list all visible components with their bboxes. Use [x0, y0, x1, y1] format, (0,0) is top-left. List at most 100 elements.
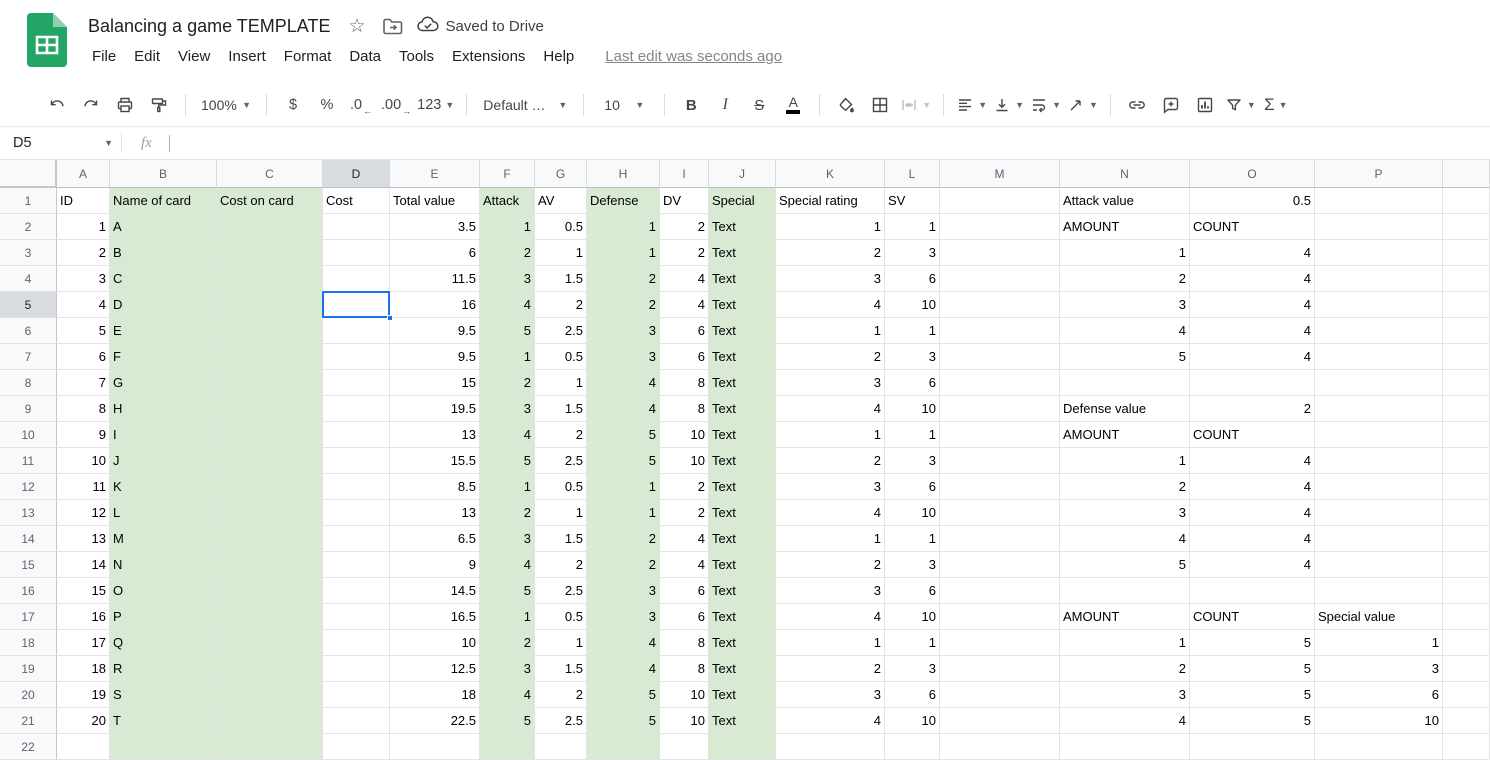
cell-C18[interactable]: [217, 630, 323, 656]
cell-K22[interactable]: [776, 734, 885, 760]
cell-F19[interactable]: 3: [480, 656, 535, 682]
cell-H10[interactable]: 5: [587, 422, 660, 448]
cell-C16[interactable]: [217, 578, 323, 604]
cell-M1[interactable]: [940, 188, 1060, 214]
cell-X17[interactable]: [1443, 604, 1490, 630]
cell-M18[interactable]: [940, 630, 1060, 656]
cell-P9[interactable]: [1315, 396, 1443, 422]
cell-F5[interactable]: 4: [480, 292, 535, 318]
cell-C7[interactable]: [217, 344, 323, 370]
cell-J9[interactable]: Text: [709, 396, 776, 422]
cell-E22[interactable]: [390, 734, 480, 760]
cell-X4[interactable]: [1443, 266, 1490, 292]
cell-M8[interactable]: [940, 370, 1060, 396]
cell-H8[interactable]: 4: [587, 370, 660, 396]
cell-J11[interactable]: Text: [709, 448, 776, 474]
cell-A4[interactable]: 3: [57, 266, 110, 292]
cell-I17[interactable]: 6: [660, 604, 709, 630]
cell-C17[interactable]: [217, 604, 323, 630]
column-header-M[interactable]: M: [940, 160, 1060, 188]
cell-I10[interactable]: 10: [660, 422, 709, 448]
cell-I13[interactable]: 2: [660, 500, 709, 526]
saved-status[interactable]: Saved to Drive: [417, 15, 544, 37]
cell-O19[interactable]: 5: [1190, 656, 1315, 682]
cell-L4[interactable]: 6: [885, 266, 940, 292]
cell-N3[interactable]: 1: [1060, 240, 1190, 266]
decrease-decimals-button[interactable]: .0←: [347, 91, 375, 119]
cell-E18[interactable]: 10: [390, 630, 480, 656]
cell-C19[interactable]: [217, 656, 323, 682]
cell-G10[interactable]: 2: [535, 422, 587, 448]
cell-J20[interactable]: Text: [709, 682, 776, 708]
cell-I5[interactable]: 4: [660, 292, 709, 318]
cell-F13[interactable]: 2: [480, 500, 535, 526]
cell-G19[interactable]: 1.5: [535, 656, 587, 682]
cell-P16[interactable]: [1315, 578, 1443, 604]
cell-C5[interactable]: [217, 292, 323, 318]
cell-E19[interactable]: 12.5: [390, 656, 480, 682]
column-header-P[interactable]: P: [1315, 160, 1443, 188]
cell-X18[interactable]: [1443, 630, 1490, 656]
cell-X12[interactable]: [1443, 474, 1490, 500]
row-header-13[interactable]: 13: [0, 500, 57, 526]
cell-L17[interactable]: 10: [885, 604, 940, 630]
last-edit-link[interactable]: Last edit was seconds ago: [605, 48, 782, 65]
column-header-A[interactable]: A: [57, 160, 110, 188]
cell-A14[interactable]: 13: [57, 526, 110, 552]
row-header-4[interactable]: 4: [0, 266, 57, 292]
cell-A11[interactable]: 10: [57, 448, 110, 474]
cell-P12[interactable]: [1315, 474, 1443, 500]
cell-O17[interactable]: COUNT: [1190, 604, 1315, 630]
cell-H22[interactable]: [587, 734, 660, 760]
cell-C11[interactable]: [217, 448, 323, 474]
cell-O3[interactable]: 4: [1190, 240, 1315, 266]
cell-C20[interactable]: [217, 682, 323, 708]
column-header-F[interactable]: F: [480, 160, 535, 188]
cell-G3[interactable]: 1: [535, 240, 587, 266]
cell-X15[interactable]: [1443, 552, 1490, 578]
cell-C21[interactable]: [217, 708, 323, 734]
cell-F1[interactable]: Attack: [480, 188, 535, 214]
cell-M11[interactable]: [940, 448, 1060, 474]
cell-N2[interactable]: AMOUNT: [1060, 214, 1190, 240]
cell-P15[interactable]: [1315, 552, 1443, 578]
row-header-11[interactable]: 11: [0, 448, 57, 474]
cell-B7[interactable]: F: [110, 344, 217, 370]
column-header-I[interactable]: I: [660, 160, 709, 188]
paint-format-icon[interactable]: [145, 91, 173, 119]
cell-F8[interactable]: 2: [480, 370, 535, 396]
cell-K21[interactable]: 4: [776, 708, 885, 734]
cell-E15[interactable]: 9: [390, 552, 480, 578]
cell-H17[interactable]: 3: [587, 604, 660, 630]
cell-O5[interactable]: 4: [1190, 292, 1315, 318]
cell-N6[interactable]: 4: [1060, 318, 1190, 344]
cell-A17[interactable]: 16: [57, 604, 110, 630]
column-header-D[interactable]: D: [323, 160, 390, 188]
cell-I9[interactable]: 8: [660, 396, 709, 422]
fill-color-icon[interactable]: [832, 91, 860, 119]
cell-D22[interactable]: [323, 734, 390, 760]
cell-B5[interactable]: D: [110, 292, 217, 318]
cell-B8[interactable]: G: [110, 370, 217, 396]
cell-B9[interactable]: H: [110, 396, 217, 422]
cell-D9[interactable]: [323, 396, 390, 422]
cell-A10[interactable]: 9: [57, 422, 110, 448]
cell-O7[interactable]: 4: [1190, 344, 1315, 370]
cell-J4[interactable]: Text: [709, 266, 776, 292]
cell-I8[interactable]: 8: [660, 370, 709, 396]
cell-X2[interactable]: [1443, 214, 1490, 240]
cell-F16[interactable]: 5: [480, 578, 535, 604]
cell-M5[interactable]: [940, 292, 1060, 318]
cell-L21[interactable]: 10: [885, 708, 940, 734]
cell-G7[interactable]: 0.5: [535, 344, 587, 370]
cell-M9[interactable]: [940, 396, 1060, 422]
cell-H20[interactable]: 5: [587, 682, 660, 708]
menu-extensions[interactable]: Extensions: [443, 46, 534, 67]
cell-N5[interactable]: 3: [1060, 292, 1190, 318]
cell-D15[interactable]: [323, 552, 390, 578]
cell-X20[interactable]: [1443, 682, 1490, 708]
cell-P1[interactable]: [1315, 188, 1443, 214]
column-header-J[interactable]: J: [709, 160, 776, 188]
row-header-16[interactable]: 16: [0, 578, 57, 604]
cell-A1[interactable]: ID: [57, 188, 110, 214]
